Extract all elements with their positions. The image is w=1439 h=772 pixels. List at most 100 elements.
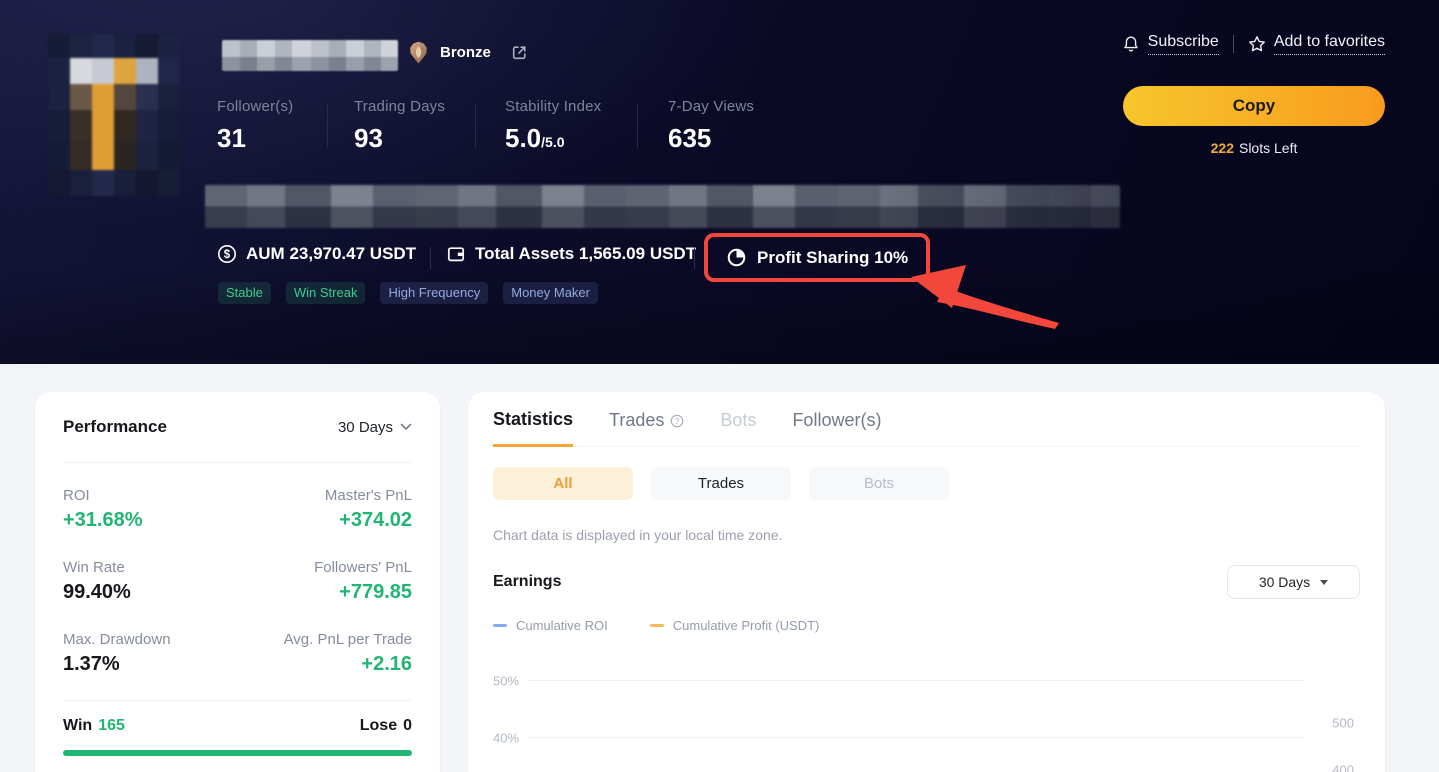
divider — [327, 104, 328, 148]
star-icon — [1248, 35, 1266, 53]
earnings-chart: 50% 40% 500 400 — [493, 653, 1360, 772]
filter-bots[interactable]: Bots — [809, 467, 949, 500]
stat-value: 31 — [217, 123, 293, 154]
metric-masters-pnl: Master's PnL +374.02 — [238, 487, 413, 532]
trader-bio-blurred — [205, 185, 1120, 228]
earnings-period-value: 30 Days — [1259, 574, 1310, 590]
help-icon: ? — [670, 414, 684, 428]
earnings-title: Earnings — [493, 573, 561, 591]
subscribe-label: Subscribe — [1148, 33, 1219, 55]
performance-card: Performance 30 Days ROI +31.68% Master's… — [35, 392, 440, 772]
tag-stable: Stable — [218, 282, 271, 304]
total-assets-text: Total Assets 1,565.09 USDT — [475, 244, 696, 264]
slots-left-text: Slots Left — [1239, 140, 1297, 156]
tag-win-streak: Win Streak — [286, 282, 366, 304]
metric-value: +374.02 — [238, 509, 413, 532]
metric-value: 99.40% — [63, 581, 238, 604]
total-assets-metric: Total Assets 1,565.09 USDT — [446, 244, 696, 264]
external-link-icon[interactable] — [510, 43, 529, 62]
statistics-card: Statistics Trades ? Bots Follower(s) All… — [468, 392, 1385, 772]
chevron-down-icon — [400, 423, 412, 431]
performance-period-value: 30 Days — [338, 419, 393, 436]
aum-metric: $ AUM 23,970.47 USDT — [217, 244, 416, 264]
tags-row: Stable Win Streak High Frequency Money M… — [218, 282, 598, 304]
metric-value: +2.16 — [238, 653, 413, 676]
lose-stat: Lose0 — [360, 717, 412, 735]
gridline — [528, 680, 1304, 681]
tab-bots[interactable]: Bots — [720, 409, 756, 446]
stat-label: Follower(s) — [217, 98, 293, 115]
stat-label: Stability Index — [505, 98, 601, 115]
stat-followers: Follower(s) 31 — [217, 98, 293, 154]
filter-all[interactable]: All — [493, 467, 633, 500]
aum-text: AUM 23,970.47 USDT — [246, 244, 416, 264]
divider — [694, 247, 695, 269]
slots-left: 222 Slots Left — [1123, 140, 1385, 156]
y-axis-right-tick: 400 — [1332, 763, 1354, 772]
legend-label: Cumulative Profit (USDT) — [673, 618, 820, 633]
stat-7day-views: 7-Day Views 635 — [668, 98, 754, 154]
badge-label: Bronze — [440, 44, 491, 61]
slots-left-count: 222 — [1211, 140, 1234, 156]
metric-roi: ROI +31.68% — [63, 487, 238, 532]
trader-name-blurred — [222, 40, 398, 71]
earnings-period-select[interactable]: 30 Days — [1227, 565, 1360, 599]
metric-win-rate: Win Rate 99.40% — [63, 559, 238, 604]
stat-label: 7-Day Views — [668, 98, 754, 115]
tab-trades-label: Trades — [609, 410, 664, 431]
tab-bar: Statistics Trades ? Bots Follower(s) — [493, 392, 1360, 447]
win-lose-row: Win165 Lose0 — [63, 717, 412, 735]
add-to-favorites-link[interactable]: Add to favorites — [1248, 33, 1385, 55]
legend-swatch-yellow — [650, 624, 664, 628]
legend-cumulative-profit[interactable]: Cumulative Profit (USDT) — [650, 618, 820, 633]
performance-metrics: ROI +31.68% Master's PnL +374.02 Win Rat… — [63, 487, 412, 676]
avatar — [48, 34, 180, 196]
chart-legend: Cumulative ROI Cumulative Profit (USDT) — [493, 618, 1360, 633]
y-axis-left-tick: 40% — [493, 731, 519, 746]
earnings-header: Earnings 30 Days — [493, 565, 1360, 599]
stat-trading-days: Trading Days 93 — [354, 98, 445, 154]
tab-statistics[interactable]: Statistics — [493, 409, 573, 447]
metric-value: 1.37% — [63, 653, 238, 676]
dollar-circle-icon: $ — [217, 244, 237, 264]
win-stat: Win165 — [63, 717, 125, 735]
header-actions: Subscribe Add to favorites — [1122, 33, 1385, 55]
divider — [63, 700, 412, 701]
red-arrow-annotation — [908, 262, 1063, 335]
stat-stability-index: Stability Index 5.0/5.0 — [505, 98, 601, 154]
metric-value: +779.85 — [238, 581, 413, 604]
tab-followers[interactable]: Follower(s) — [792, 409, 881, 446]
performance-period-dropdown[interactable]: 30 Days — [338, 419, 412, 436]
favorites-label: Add to favorites — [1274, 33, 1385, 55]
filter-trades[interactable]: Trades — [651, 467, 791, 500]
subscribe-link[interactable]: Subscribe — [1122, 33, 1219, 55]
tab-trades[interactable]: Trades ? — [609, 409, 684, 446]
stat-value: 5.0/5.0 — [505, 123, 601, 154]
performance-header: Performance 30 Days — [63, 392, 412, 462]
profit-sharing-text: Profit Sharing 10% — [757, 248, 908, 268]
metric-value: +31.68% — [63, 509, 238, 532]
wallet-icon — [446, 244, 466, 264]
badge-row: Bronze — [406, 40, 529, 65]
gridline — [528, 737, 1304, 738]
metric-followers-pnl: Followers' PnL +779.85 — [238, 559, 413, 604]
stat-label: Trading Days — [354, 98, 445, 115]
metric-max-drawdown: Max. Drawdown 1.37% — [63, 631, 238, 676]
tag-high-frequency: High Frequency — [380, 282, 488, 304]
stat-value: 635 — [668, 123, 754, 154]
timezone-note: Chart data is displayed in your local ti… — [493, 527, 1360, 543]
lose-label: Lose — [360, 717, 397, 734]
svg-text:$: $ — [224, 249, 231, 261]
metric-label: Win Rate — [63, 559, 238, 576]
copy-button[interactable]: Copy — [1123, 86, 1385, 126]
svg-text:?: ? — [675, 417, 680, 426]
bronze-medal-icon — [406, 40, 431, 65]
performance-title: Performance — [63, 417, 167, 437]
y-axis-right-tick: 500 — [1332, 716, 1354, 731]
stat-value-suffix: /5.0 — [541, 134, 564, 150]
win-label: Win — [63, 717, 92, 734]
metric-label: ROI — [63, 487, 238, 504]
metrics-row: $ AUM 23,970.47 USDT Total Assets 1,565.… — [0, 233, 1439, 281]
legend-cumulative-roi[interactable]: Cumulative ROI — [493, 618, 608, 633]
metric-avg-pnl: Avg. PnL per Trade +2.16 — [238, 631, 413, 676]
